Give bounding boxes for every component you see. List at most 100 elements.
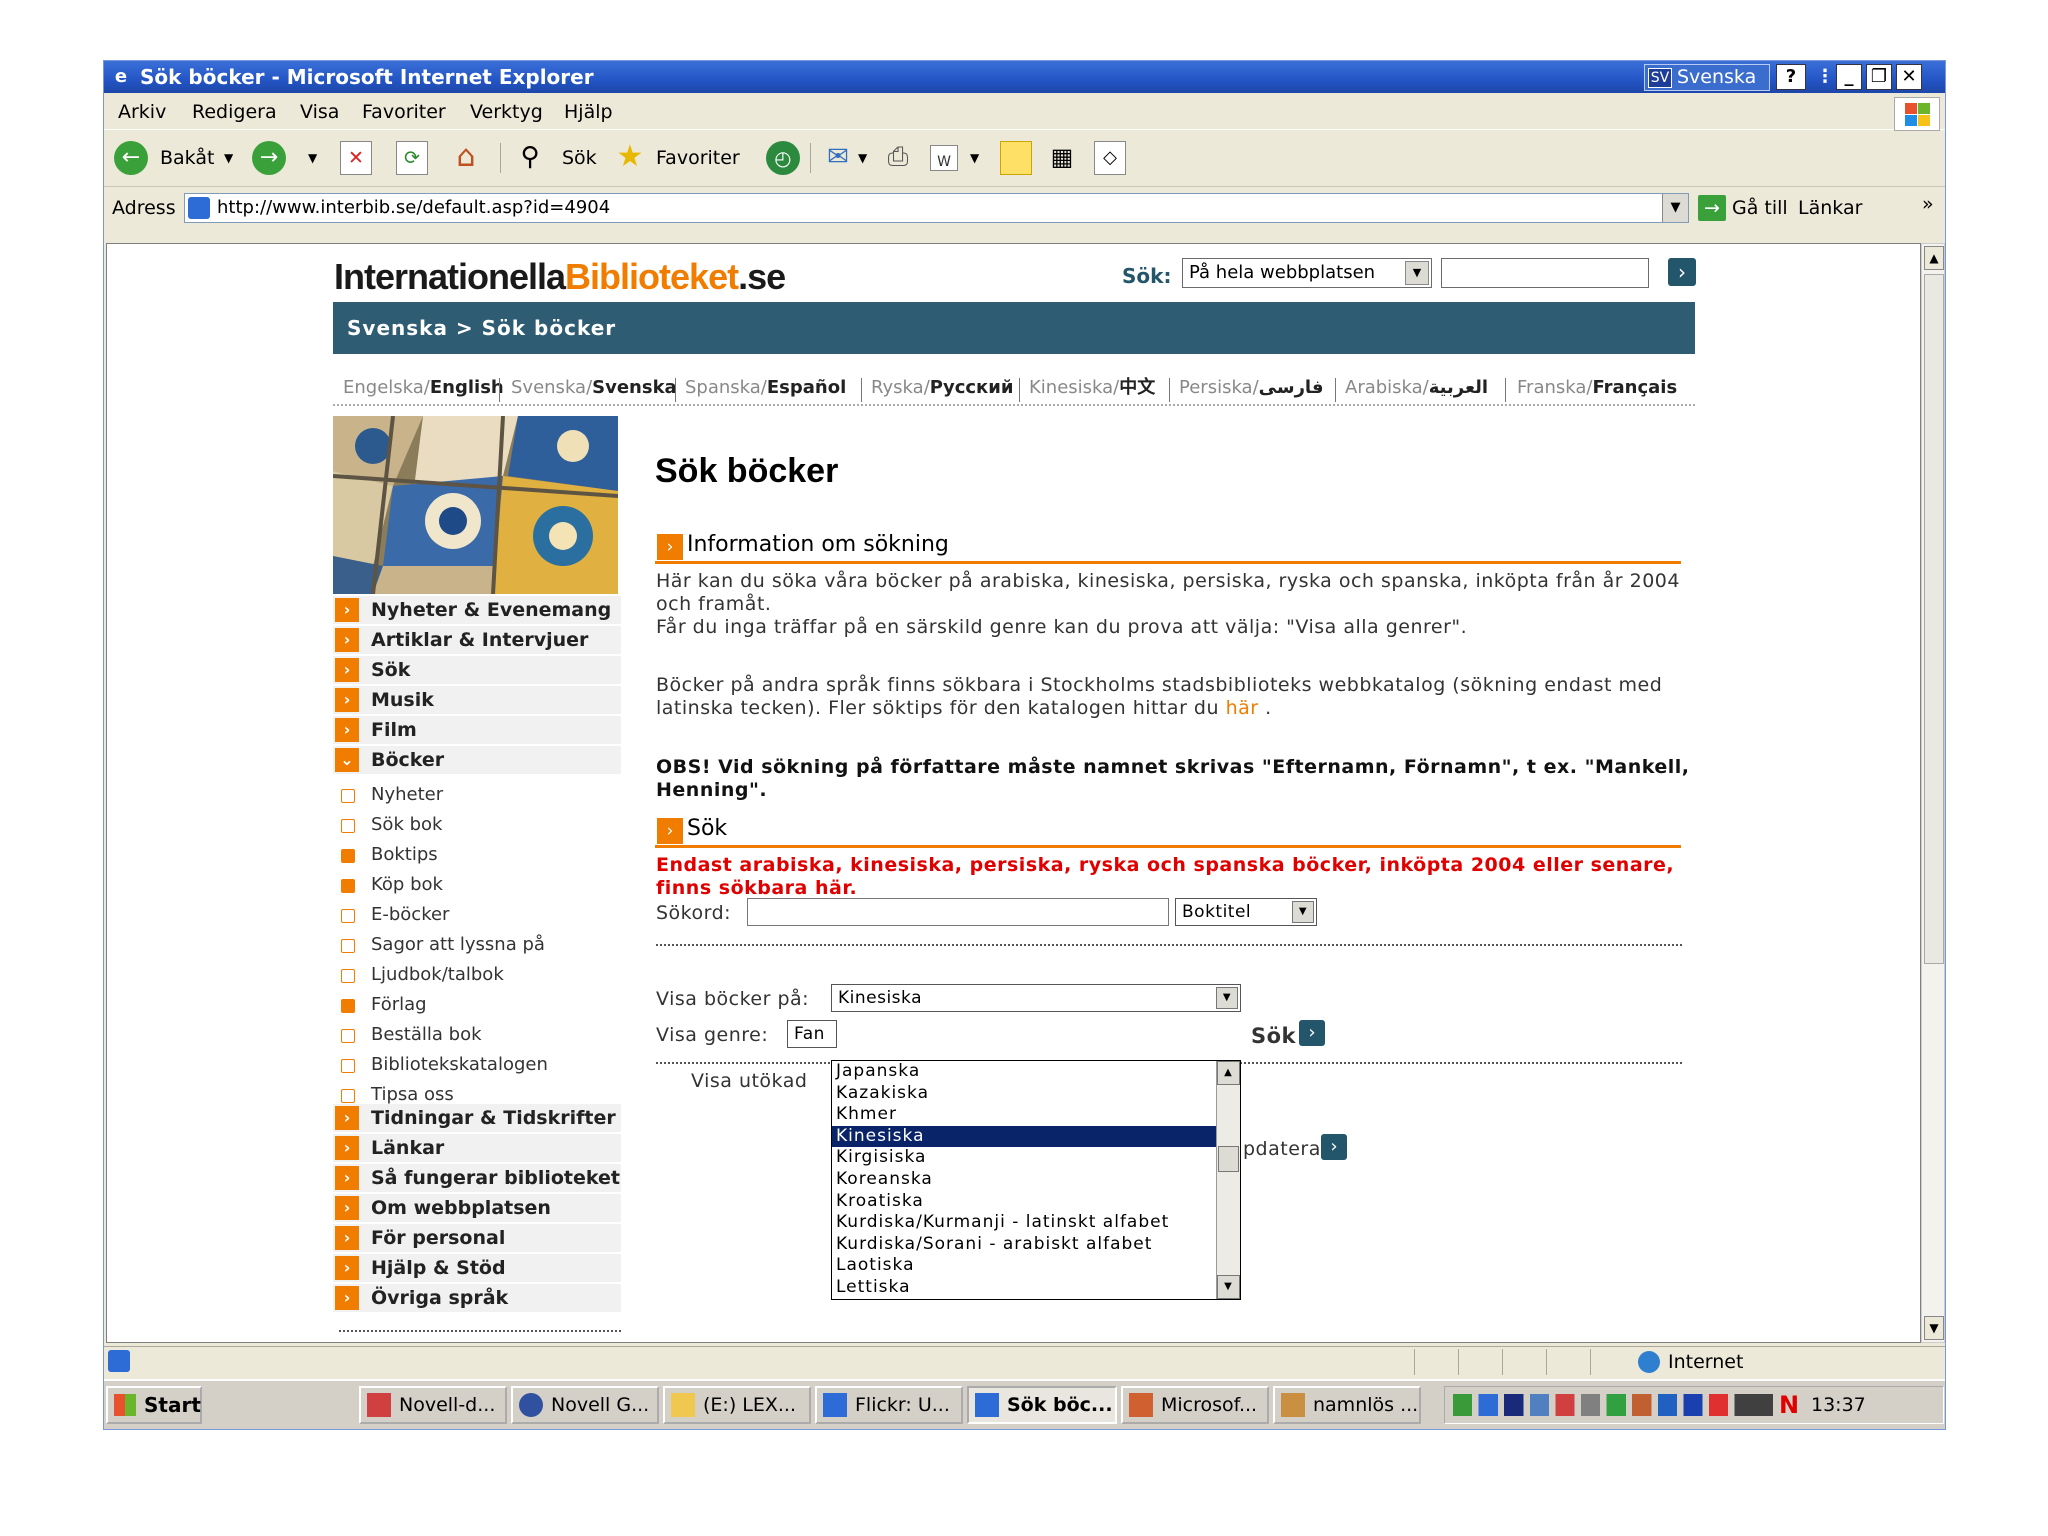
back-button-label[interactable]: Bakåt — [160, 139, 214, 177]
menu-verktyg[interactable]: Verktyg — [470, 94, 543, 130]
site-search-scope[interactable]: På hela webbplatsen ▼ — [1182, 258, 1432, 288]
dropdown-option[interactable]: Kirgisiska — [832, 1147, 1218, 1168]
scroll-down-icon[interactable]: ▼ — [1217, 1275, 1240, 1299]
search-field-select[interactable]: Boktitel ▼ — [1175, 898, 1317, 926]
uppdatera-label[interactable]: pdatera — [1243, 1138, 1321, 1160]
scroll-up-icon[interactable]: ▲ — [1217, 1061, 1240, 1085]
note-icon[interactable] — [1000, 141, 1032, 175]
language-dropdown-list[interactable]: Japanska Kazakiska Khmer Kinesiska Kirgisisk… — [831, 1060, 1241, 1300]
chevron-down-icon[interactable]: ▼ — [1405, 261, 1429, 285]
search-icon[interactable]: ⚲ — [514, 141, 546, 175]
visa-bocker-select[interactable]: Kinesiska ▼ — [831, 984, 1241, 1012]
chevron-down-icon[interactable]: ▼ — [1216, 987, 1238, 1009]
nav-item-lankar[interactable]: › Länkar — [333, 1134, 621, 1162]
nav-item-nyheter-evenemang[interactable]: › Nyheter & Evenemang — [333, 596, 621, 624]
favorites-star-icon[interactable]: ★ — [614, 141, 646, 175]
language-bar[interactable]: SV Svenska — [1644, 64, 1770, 91]
dropdown-option[interactable]: Laotiska — [832, 1255, 1218, 1276]
nav-item-film[interactable]: › Film — [333, 716, 621, 744]
uppdatera-go-button[interactable]: › — [1321, 1134, 1347, 1160]
back-arrow-icon[interactable]: ← — [114, 141, 148, 175]
catalog-tips-link[interactable]: här — [1226, 697, 1259, 719]
lang-link-persiska[interactable]: Persiska/فارسی — [1179, 372, 1323, 404]
chevron-down-icon[interactable]: ▼ — [1292, 901, 1314, 923]
chevron-right-icon[interactable]: » — [1922, 185, 1934, 223]
lang-link-ryska[interactable]: Ryska/Русский — [871, 372, 1013, 404]
lang-link-kinesiska[interactable]: Kinesiska/中文 — [1029, 372, 1155, 404]
sok-button-label[interactable]: Sök — [1251, 1024, 1296, 1048]
nav-item-ovriga-sprak[interactable]: › Övriga språk — [333, 1284, 621, 1312]
dropdown-option[interactable]: Koreanska — [832, 1169, 1218, 1190]
sok-go-button[interactable]: › — [1299, 1020, 1325, 1046]
task-lex[interactable]: (E:) LEX... — [663, 1386, 811, 1424]
options-icon[interactable]: ⋮ — [1816, 61, 1834, 93]
back-dropdown-icon[interactable]: ▼ — [224, 139, 233, 177]
dropdown-option[interactable]: Kurdiska/Kurmanji - latinskt alfabet — [832, 1212, 1218, 1233]
visa-genre-select[interactable]: Fan — [787, 1020, 837, 1048]
links-label[interactable]: Länkar — [1798, 189, 1862, 227]
lang-link-franska[interactable]: Franska/Français — [1517, 372, 1677, 404]
history-icon[interactable]: ◴ — [766, 141, 800, 175]
n-icon[interactable]: N — [1779, 1387, 1799, 1423]
visa-utokad-label[interactable]: Visa utökad — [691, 1070, 807, 1092]
search-button-label[interactable]: Sök — [562, 139, 597, 177]
nav-item-artiklar-intervjuer[interactable]: › Artiklar & Intervjuer — [333, 626, 621, 654]
dropdown-option[interactable]: Lettiska — [832, 1277, 1218, 1298]
dropdown-option[interactable]: Kroatiska — [832, 1191, 1218, 1212]
maximize-button[interactable]: ❐ — [1866, 64, 1892, 90]
nav-item-sa-fungerar[interactable]: › Så fungerar biblioteket — [333, 1164, 621, 1192]
task-sok-bocker[interactable]: Sök böc... — [967, 1386, 1117, 1424]
close-button[interactable]: ✕ — [1896, 64, 1922, 90]
forward-arrow-icon[interactable]: → — [252, 141, 286, 175]
lang-link-english[interactable]: Engelska/English — [343, 372, 504, 404]
print-icon[interactable]: ⎙ — [882, 141, 914, 175]
scroll-thumb[interactable] — [1924, 274, 1944, 964]
clock[interactable]: 13:37 — [1811, 1387, 1866, 1423]
dropdown-scrollbar[interactable]: ▲ ▼ — [1216, 1061, 1240, 1299]
nav-item-hjalp-stod[interactable]: › Hjälp & Stöd — [333, 1254, 621, 1282]
edit-word-icon[interactable]: W — [930, 145, 958, 171]
site-search-go-button[interactable]: › — [1668, 258, 1696, 286]
lang-link-svenska[interactable]: Svenska/Svenska — [511, 372, 677, 404]
scroll-up-icon[interactable]: ▲ — [1924, 246, 1944, 270]
stop-icon[interactable]: ✕ — [340, 141, 372, 175]
dropdown-option[interactable]: Kazakiska — [832, 1083, 1218, 1104]
menu-favoriter[interactable]: Favoriter — [362, 94, 446, 130]
nav-item-tidningar[interactable]: › Tidningar & Tidskrifter — [333, 1104, 621, 1132]
task-novell-g[interactable]: Novell G... — [511, 1386, 659, 1424]
nav-item-om-webbplatsen[interactable]: › Om webbplatsen — [333, 1194, 621, 1222]
dropdown-option[interactable]: Khmer — [832, 1104, 1218, 1125]
menu-redigera[interactable]: Redigera — [192, 94, 277, 130]
mail-dropdown-icon[interactable]: ▼ — [858, 139, 867, 177]
page-scrollbar[interactable]: ▲ ▼ — [1921, 243, 1945, 1343]
lang-link-arabiska[interactable]: Arabiska/العربية — [1345, 372, 1488, 404]
address-url[interactable]: http://www.interbib.se/default.asp?id=49… — [217, 194, 610, 222]
menu-hjalp[interactable]: Hjälp — [564, 94, 613, 130]
dropdown-option[interactable]: Kurdiska/Sorani - arabiskt alfabet — [832, 1234, 1218, 1255]
mail-icon[interactable]: ✉ — [822, 141, 854, 175]
menu-arkiv[interactable]: Arkiv — [118, 94, 166, 130]
lang-link-spanska[interactable]: Spanska/Español — [685, 372, 846, 404]
go-button-label[interactable]: Gå till — [1732, 189, 1788, 227]
nav-item-bocker[interactable]: ⌄ Böcker — [333, 746, 621, 774]
home-icon[interactable]: ⌂ — [450, 141, 482, 175]
refresh-icon[interactable]: ⟳ — [396, 141, 428, 175]
minimize-button[interactable]: _ — [1836, 64, 1862, 90]
site-search-input[interactable] — [1441, 258, 1649, 288]
favorites-button-label[interactable]: Favoriter — [656, 139, 740, 177]
address-field[interactable]: http://www.interbib.se/default.asp?id=49… — [184, 193, 1689, 223]
scroll-thumb[interactable] — [1218, 1146, 1239, 1172]
research-icon[interactable]: ▦ — [1046, 141, 1078, 175]
forward-dropdown-icon[interactable]: ▼ — [308, 139, 317, 177]
task-flickr[interactable]: Flickr: U... — [815, 1386, 963, 1424]
address-dropdown-icon[interactable]: ▼ — [1662, 194, 1688, 222]
nav-item-for-personal[interactable]: › För personal — [333, 1224, 621, 1252]
nav-item-sok[interactable]: › Sök — [333, 656, 621, 684]
start-button[interactable]: Start — [106, 1386, 202, 1424]
task-namnlos[interactable]: namnlös ... — [1273, 1386, 1421, 1424]
edit-dropdown-icon[interactable]: ▼ — [970, 139, 979, 177]
messenger-icon[interactable]: ◇ — [1094, 141, 1126, 175]
go-arrow-icon[interactable]: → — [1698, 195, 1726, 221]
help-button[interactable]: ? — [1776, 64, 1806, 90]
dropdown-option[interactable]: Japanska — [832, 1061, 1218, 1082]
